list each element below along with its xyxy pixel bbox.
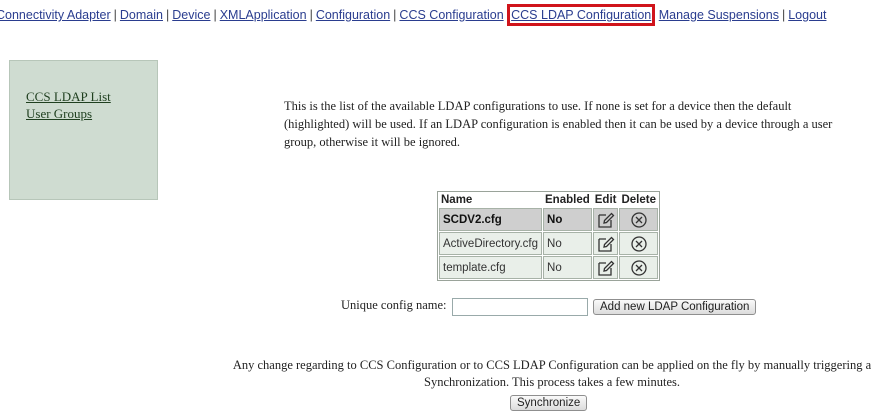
table-row: template.cfg No [439, 256, 659, 279]
table-row: ActiveDirectory.cfg No [439, 232, 659, 255]
delete-icon[interactable] [630, 259, 648, 277]
nav-logout[interactable]: Logout [788, 8, 826, 22]
config-name: SCDV2.cfg [439, 208, 543, 231]
nav-separator: | [213, 8, 217, 22]
delete-cell [619, 232, 659, 255]
add-ldap-config-button[interactable]: Add new LDAP Configuration [593, 299, 757, 315]
sidebar-item-user-groups[interactable]: User Groups [26, 106, 92, 122]
unique-config-name-label: Unique config name: [341, 298, 447, 312]
nav-ccs-configuration[interactable]: CCS Configuration [399, 8, 503, 22]
sidebar-item-ccs-ldap-list[interactable]: CCS LDAP List [26, 89, 111, 105]
ldap-config-table: Name Enabled Edit Delete SCDV2.cfg No Ac… [437, 191, 661, 281]
intro-text: This is the list of the available LDAP c… [284, 99, 833, 149]
config-enabled: No [543, 208, 592, 231]
synchronize-button[interactable]: Synchronize [510, 395, 588, 411]
config-enabled: No [543, 256, 592, 279]
nav-ccs-ldap-configuration[interactable]: CCS LDAP Configuration [507, 4, 656, 26]
delete-cell [619, 208, 659, 231]
nav-separator: | [393, 8, 397, 22]
nav-manage-suspensions[interactable]: Manage Suspensions [659, 8, 779, 22]
config-enabled: No [543, 232, 592, 255]
table-header-row: Name Enabled Edit Delete [439, 193, 659, 207]
table-row: SCDV2.cfg No [439, 208, 659, 231]
sync-note: Any change regarding to CCS Configuratio… [232, 358, 872, 389]
column-header-delete: Delete [619, 193, 659, 207]
config-name: template.cfg [439, 256, 543, 279]
column-header-enabled: Enabled [543, 193, 592, 207]
delete-icon[interactable] [630, 235, 648, 253]
config-name: ActiveDirectory.cfg [439, 232, 543, 255]
nav-separator: | [781, 8, 786, 22]
unique-config-name-input[interactable] [452, 298, 588, 316]
edit-icon[interactable] [597, 235, 615, 253]
edit-cell [592, 232, 619, 255]
sidebar: CCS LDAP List User Groups [9, 60, 158, 200]
nav-separator: | [165, 8, 170, 22]
delete-cell [619, 256, 659, 279]
nav-device[interactable]: Device [172, 8, 210, 22]
nav-separator: | [113, 8, 117, 22]
edit-icon[interactable] [597, 259, 615, 277]
delete-icon[interactable] [630, 211, 648, 229]
column-header-name: Name [439, 193, 543, 207]
nav-xmlapplication[interactable]: XMLApplication [220, 8, 307, 22]
nav-domain[interactable]: Domain [120, 8, 163, 22]
nav-configuration[interactable]: Configuration [316, 8, 390, 22]
top-navigation: Connectivity Adapter | Domain | Device | XMLAp… [0, 4, 890, 26]
nav-connectivity-adapter[interactable]: Connectivity Adapter [0, 8, 111, 22]
column-header-edit: Edit [592, 193, 619, 207]
edit-icon[interactable] [597, 211, 615, 229]
edit-cell [592, 256, 619, 279]
nav-separator: | [309, 8, 313, 22]
edit-cell [592, 208, 619, 231]
